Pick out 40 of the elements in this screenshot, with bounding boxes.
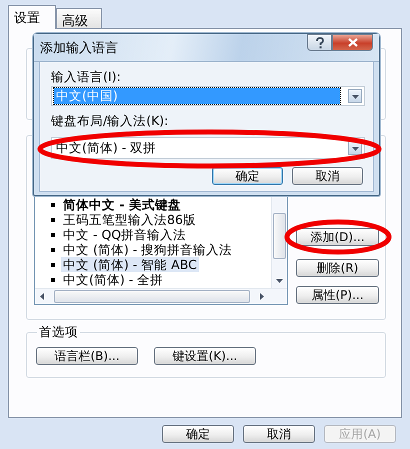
- dialog-title: 添加输入语言: [40, 40, 118, 56]
- cancel-button[interactable]: 取消: [292, 167, 363, 185]
- field-label: 键盘布局/输入法(K):: [51, 114, 170, 128]
- question-icon: [314, 36, 324, 48]
- input-method-dropdown[interactable]: 中文(简体) - 双拼: [51, 137, 365, 159]
- add-button[interactable]: 添加(D)...: [296, 228, 379, 246]
- close-icon: [348, 38, 358, 47]
- left-arrow-icon: [39, 293, 46, 300]
- horizontal-scrollbar[interactable]: [35, 288, 287, 304]
- bullet-icon: [51, 232, 55, 236]
- close-button[interactable]: [332, 34, 373, 51]
- list-item[interactable]: 中文 (简体) - 智能 ABC: [61, 257, 199, 272]
- language-bar-button[interactable]: 语言栏(B)...: [36, 347, 138, 365]
- tab[interactable]: 高级: [56, 8, 102, 28]
- remove-button[interactable]: 删除(R): [296, 259, 379, 277]
- scrollbar-thumb[interactable]: [273, 213, 286, 259]
- list-item[interactable]: 王码五笔型输入法86版: [61, 212, 198, 227]
- bullet-icon: [51, 218, 55, 222]
- right-arrow-icon: [258, 293, 265, 300]
- ok-button[interactable]: 确定: [212, 167, 283, 185]
- ok-button[interactable]: 确定: [162, 425, 234, 443]
- tab[interactable]: 设置: [8, 5, 56, 29]
- cancel-button[interactable]: 取消: [243, 425, 315, 443]
- dropdown-arrow-icon: [352, 92, 358, 100]
- list-item[interactable]: 中文 - QQ拼音输入法: [61, 227, 188, 242]
- help-button[interactable]: [307, 34, 332, 51]
- list-item[interactable]: 中文 (简体) - 搜狗拼音输入法: [61, 242, 234, 257]
- bullet-icon: [51, 202, 55, 206]
- dropdown-arrow-icon: [352, 144, 358, 152]
- list-item[interactable]: 中文(简体) - 全拼: [61, 272, 166, 287]
- properties-button[interactable]: 属性(P)...: [296, 286, 379, 304]
- bullet-icon: [51, 248, 55, 252]
- bullet-icon: [51, 262, 55, 266]
- key-settings-button[interactable]: 键设置(K)...: [154, 347, 256, 365]
- scrollbar-thumb[interactable]: [54, 290, 250, 303]
- group-title: 首选项: [38, 324, 79, 341]
- bullet-icon: [51, 278, 55, 282]
- down-arrow-icon: [276, 277, 283, 284]
- list-item[interactable]: 简体中文 - 美式键盘: [61, 197, 183, 212]
- field-label: 输入语言(I):: [51, 70, 122, 84]
